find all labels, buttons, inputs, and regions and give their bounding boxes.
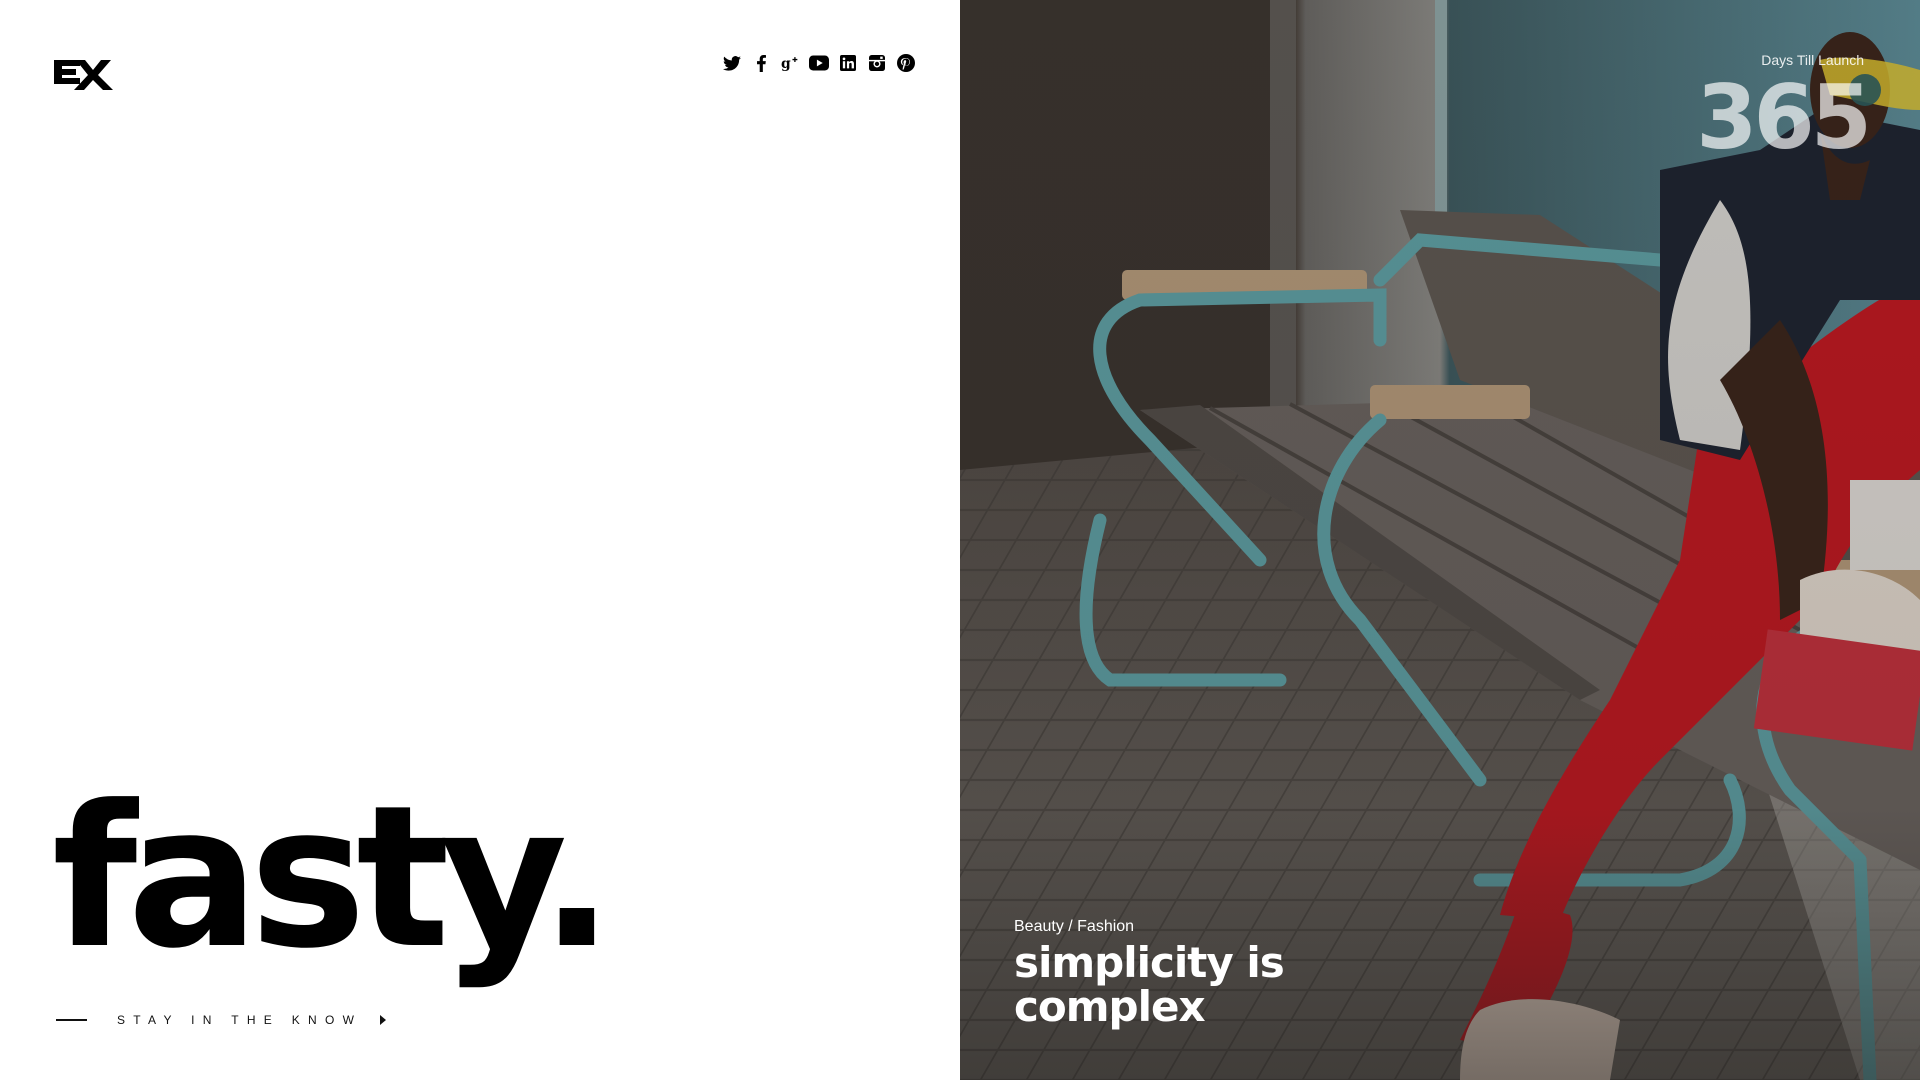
launch-countdown: Days Till Launch 365: [1696, 52, 1872, 162]
newsletter-label: Stay in the know: [117, 1013, 363, 1027]
countdown-value: 365: [1696, 66, 1872, 169]
brand-wordmark: fasty.: [52, 764, 614, 992]
linkedin-link[interactable]: [838, 52, 858, 74]
left-panel: g fasty. STAY IN THE KNOW: [0, 0, 960, 1080]
facebook-link[interactable]: [751, 52, 771, 74]
hero-image-panel: Days Till Launch 365 Beauty / Fashion si…: [960, 0, 1920, 1080]
svg-text:g: g: [781, 56, 791, 72]
instagram-link[interactable]: [867, 52, 887, 74]
site-logo[interactable]: [54, 52, 116, 92]
feature-headline[interactable]: simplicity is complex: [1014, 941, 1354, 1029]
newsletter-link[interactable]: Stay in the know: [56, 1013, 387, 1027]
youtube-link[interactable]: [809, 52, 829, 74]
pinterest-icon: [897, 54, 915, 72]
twitter-icon: [723, 55, 741, 71]
linkedin-icon: [840, 55, 856, 71]
dash-divider: [56, 1019, 87, 1021]
youtube-icon: [809, 55, 829, 71]
google-plus-link[interactable]: g: [780, 52, 800, 74]
social-links: g: [722, 52, 916, 74]
google-plus-icon: g: [781, 56, 798, 72]
twitter-link[interactable]: [722, 52, 742, 74]
feature-caption: Beauty / Fashion simplicity is complex: [1014, 918, 1354, 1029]
pinterest-link[interactable]: [896, 52, 916, 74]
instagram-icon: [869, 55, 885, 71]
caret-right-icon: [380, 1015, 387, 1025]
feature-category[interactable]: Beauty / Fashion: [1014, 918, 1354, 936]
facebook-icon: [756, 54, 766, 72]
logo-mark-icon: [54, 60, 113, 90]
